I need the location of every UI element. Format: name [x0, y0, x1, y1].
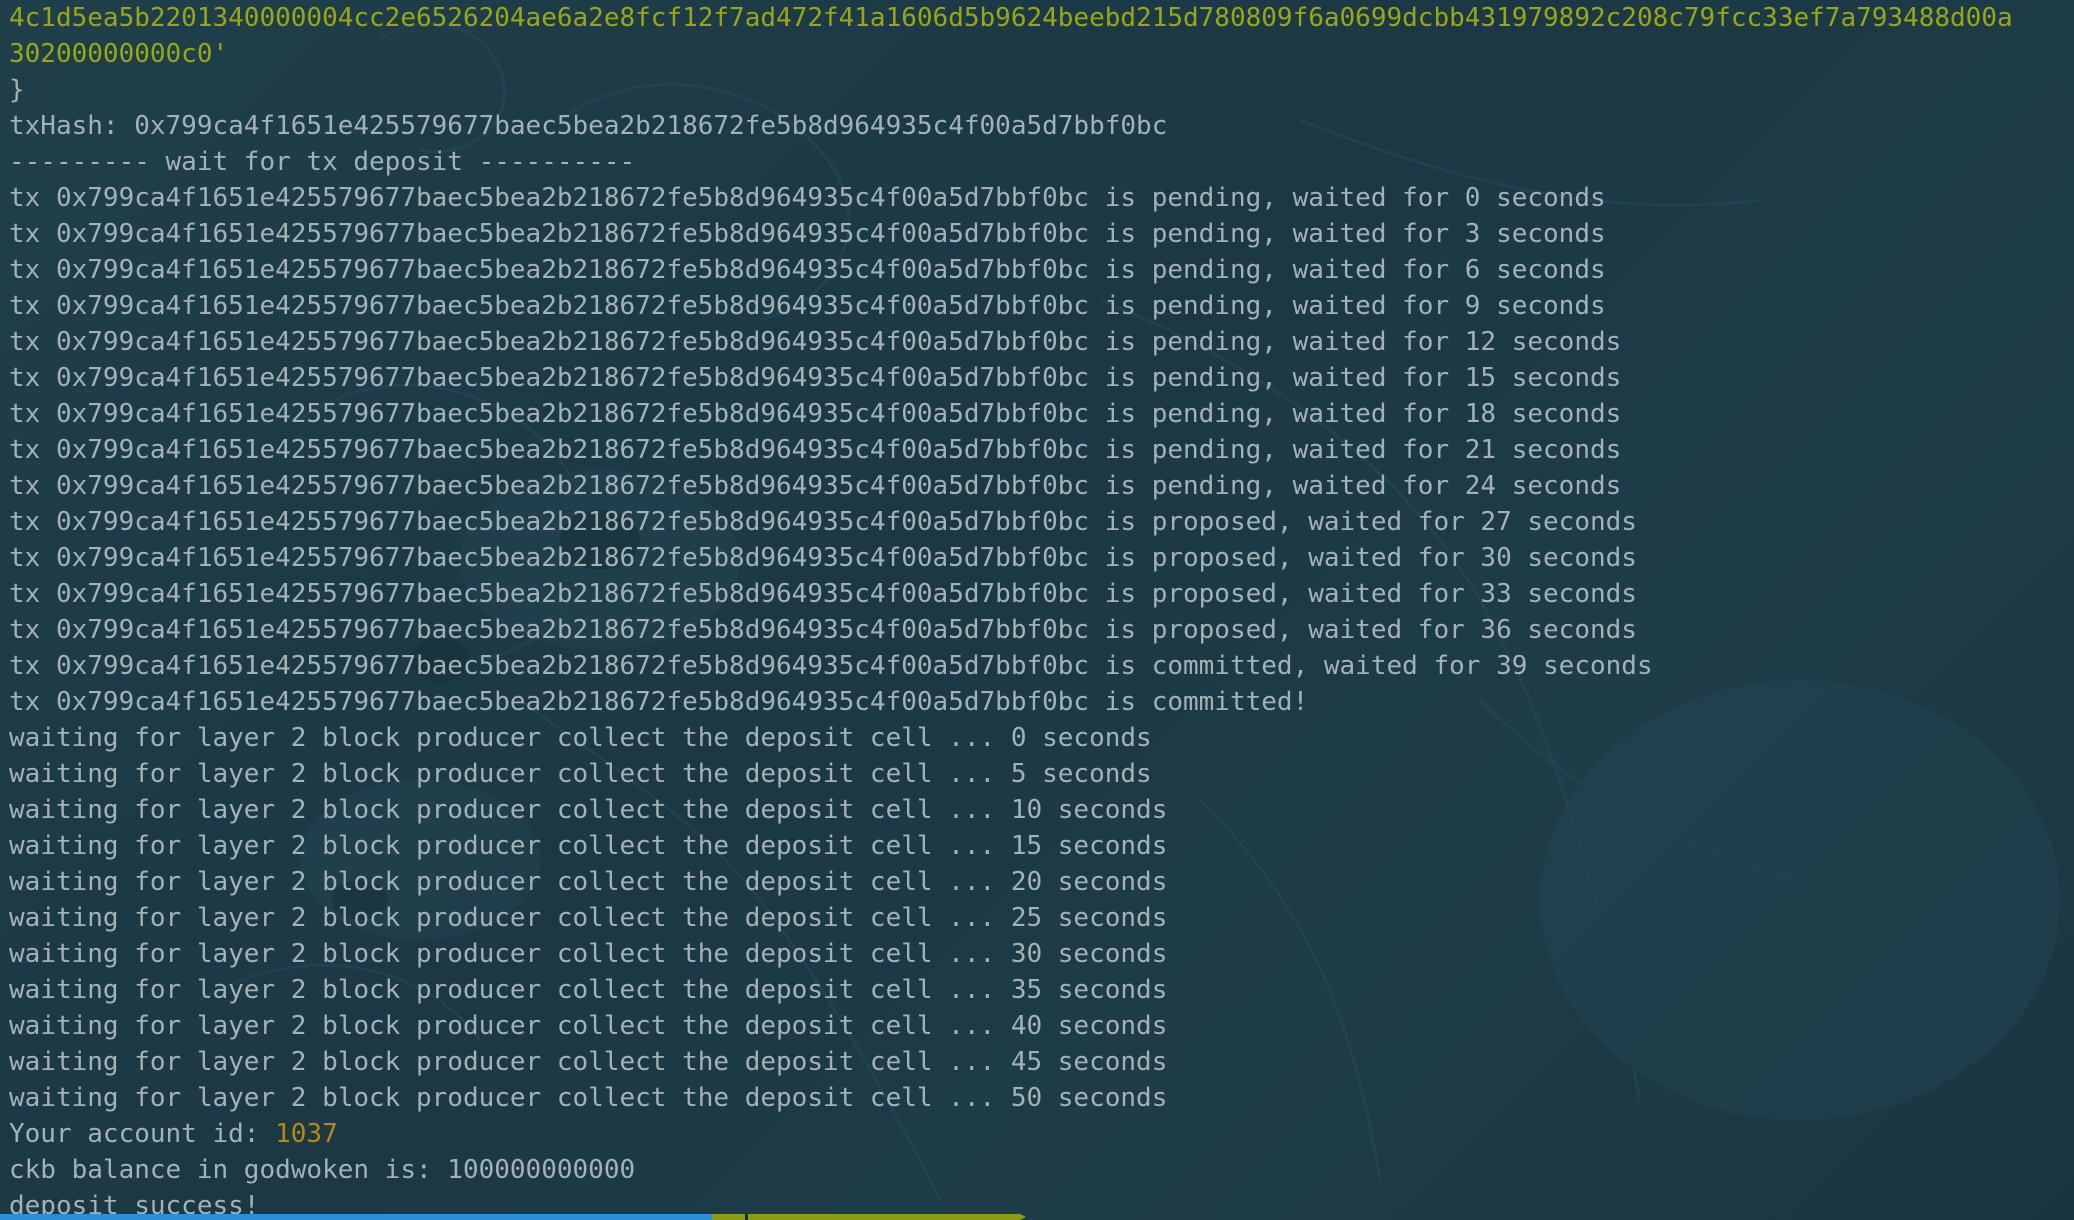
output-line: --------- wait for tx deposit ---------- — [9, 147, 636, 177]
wait-line: waiting for layer 2 block producer colle… — [9, 867, 1168, 897]
tx-status-line: tx 0x799ca4f1651e425579677baec5bea2b2186… — [9, 219, 1606, 249]
status-segment-right — [712, 1214, 1020, 1220]
tx-status-line: tx 0x799ca4f1651e425579677baec5bea2b2186… — [9, 183, 1606, 213]
account-id-line: Your account id: 1037 — [9, 1116, 2069, 1152]
wait-line: waiting for layer 2 block producer colle… — [9, 759, 1152, 789]
tx-status-line: tx 0x799ca4f1651e425579677baec5bea2b2186… — [9, 507, 1637, 537]
wait-line: waiting for layer 2 block producer colle… — [9, 975, 1168, 1005]
terminal-window[interactable]: 4c1d5ea5b2201340000004cc2e6526204ae6a2e8… — [0, 0, 2074, 1220]
tx-status-line: tx 0x799ca4f1651e425579677baec5bea2b2186… — [9, 255, 1606, 285]
wait-line: waiting for layer 2 block producer colle… — [9, 831, 1168, 861]
tx-status-line: tx 0x799ca4f1651e425579677baec5bea2b2186… — [9, 399, 1622, 429]
output-line: 4c1d5ea5b2201340000004cc2e6526204ae6a2e8… — [9, 3, 2013, 33]
wait-line: waiting for layer 2 block producer colle… — [9, 795, 1168, 825]
balance-line: ckb balance in godwoken is: 100000000000 — [9, 1155, 636, 1185]
terminal-output: 4c1d5ea5b2201340000004cc2e6526204ae6a2e8… — [9, 0, 2069, 1220]
tx-status-line: tx 0x799ca4f1651e425579677baec5bea2b2186… — [9, 579, 1637, 609]
wait-line: waiting for layer 2 block producer colle… — [9, 939, 1168, 969]
account-id-value: 1037 — [275, 1119, 338, 1149]
tx-status-line: tx 0x799ca4f1651e425579677baec5bea2b2186… — [9, 615, 1637, 645]
status-segment-left — [0, 1214, 712, 1220]
output-line: } — [9, 75, 25, 105]
output-line: 30200000000c0' — [9, 39, 229, 69]
wait-line: waiting for layer 2 block producer colle… — [9, 723, 1152, 753]
wait-line: waiting for layer 2 block producer colle… — [9, 903, 1168, 933]
cursor-marker — [745, 1214, 748, 1220]
output-line: txHash: 0x799ca4f1651e425579677baec5bea2… — [9, 111, 1168, 141]
tx-status-line: tx 0x799ca4f1651e425579677baec5bea2b2186… — [9, 327, 1622, 357]
wait-line: waiting for layer 2 block producer colle… — [9, 1011, 1168, 1041]
tx-status-line: tx 0x799ca4f1651e425579677baec5bea2b2186… — [9, 543, 1637, 573]
status-bar — [0, 1214, 2074, 1220]
tx-status-line: tx 0x799ca4f1651e425579677baec5bea2b2186… — [9, 435, 1622, 465]
account-id-label: Your account id: — [9, 1119, 276, 1149]
tx-status-line: tx 0x799ca4f1651e425579677baec5bea2b2186… — [9, 291, 1606, 321]
tx-status-line: tx 0x799ca4f1651e425579677baec5bea2b2186… — [9, 471, 1622, 501]
tx-status-line: tx 0x799ca4f1651e425579677baec5bea2b2186… — [9, 687, 1309, 717]
wait-line: waiting for layer 2 block producer colle… — [9, 1047, 1168, 1077]
tx-status-line: tx 0x799ca4f1651e425579677baec5bea2b2186… — [9, 363, 1622, 393]
tx-status-line: tx 0x799ca4f1651e425579677baec5bea2b2186… — [9, 651, 1653, 681]
status-segment-arrow — [1020, 1214, 1026, 1220]
wait-line: waiting for layer 2 block producer colle… — [9, 1083, 1168, 1113]
